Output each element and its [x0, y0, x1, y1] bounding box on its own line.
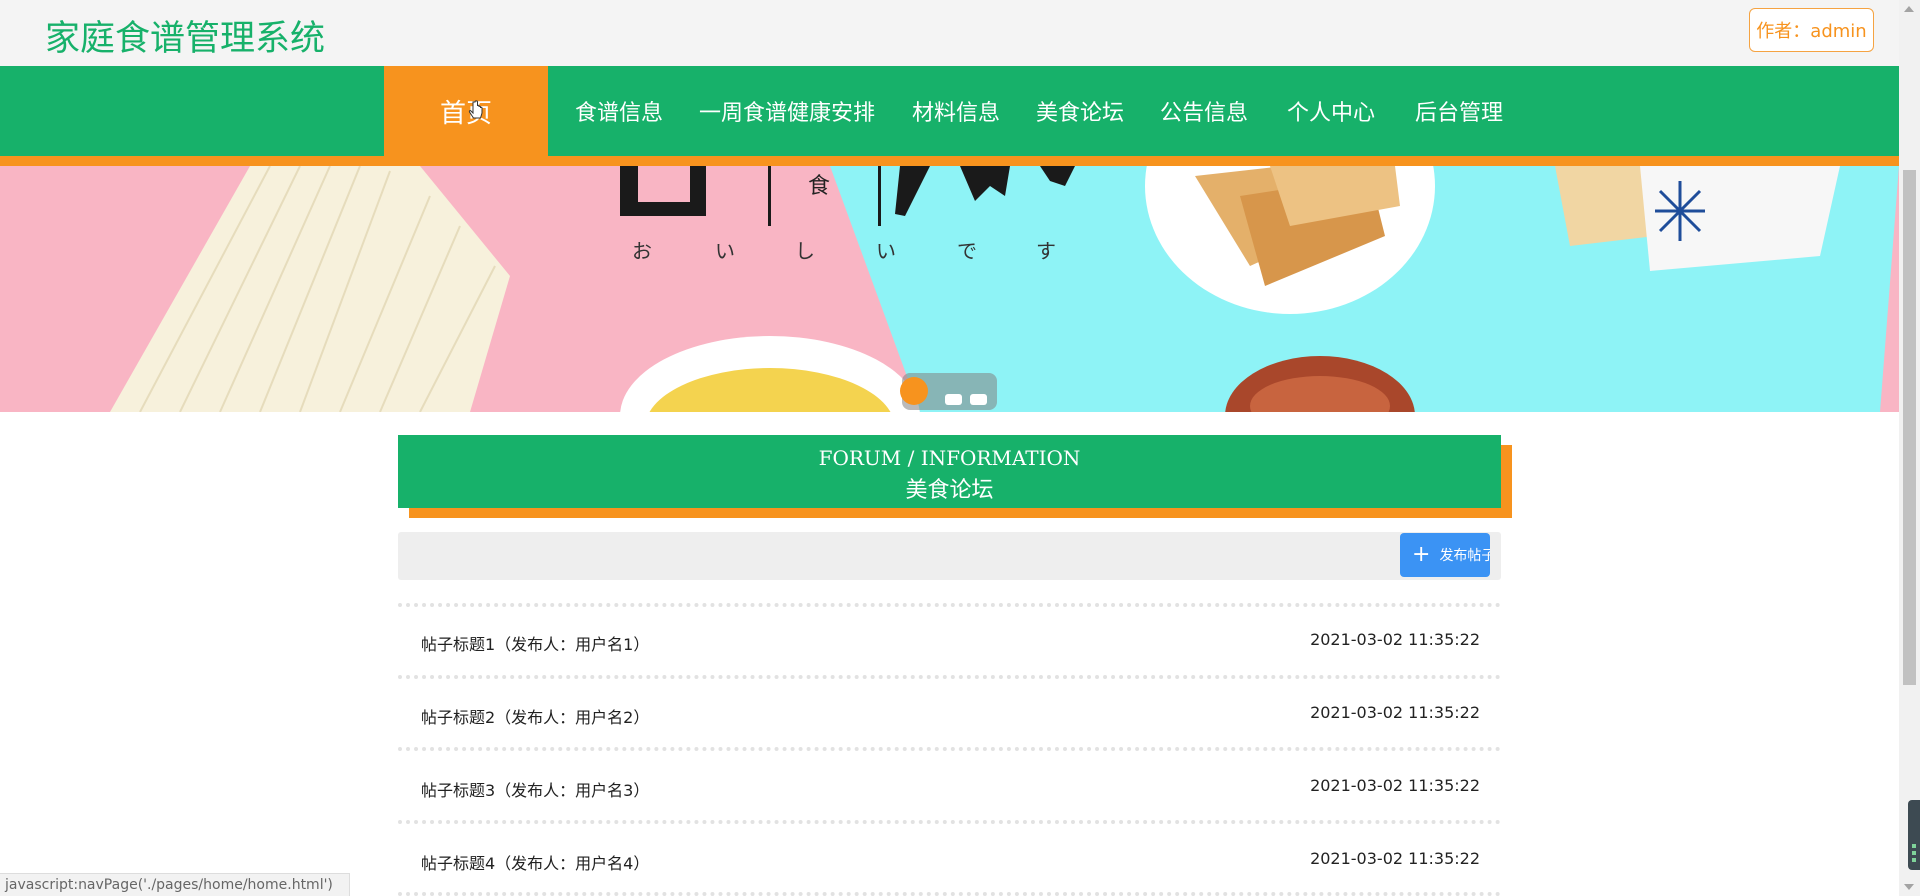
- svg-text:し: し: [795, 239, 815, 263]
- nav-item-admin[interactable]: 后台管理: [1400, 66, 1518, 156]
- nav-item-ingredients[interactable]: 材料信息: [898, 66, 1014, 156]
- site-title: 家庭食谱管理系统: [45, 19, 326, 59]
- nav-item-personal-center[interactable]: 个人中心: [1272, 66, 1390, 156]
- svg-text:す: す: [1036, 239, 1056, 263]
- carousel-dot-1[interactable]: [900, 377, 928, 405]
- svg-text:い: い: [715, 239, 735, 263]
- list-divider: [398, 820, 1501, 824]
- nav-underline: [0, 156, 1899, 166]
- status-bar-url: javascript:navPage('./pages/home/home.ht…: [0, 873, 350, 896]
- svg-text:お: お: [632, 239, 652, 263]
- list-divider: [398, 603, 1501, 607]
- scroll-down-arrow-icon[interactable]: [1904, 884, 1914, 890]
- carousel-dot-2[interactable]: [945, 394, 962, 405]
- forum-section-heading: FORUM / INFORMATION 美食论坛: [398, 435, 1501, 508]
- list-divider: [398, 675, 1501, 679]
- scroll-up-arrow-icon[interactable]: [1904, 6, 1914, 12]
- post-title[interactable]: 帖子标题1（发布人：用户名1）: [421, 631, 649, 655]
- svg-text:で: で: [957, 239, 977, 263]
- post-title[interactable]: 帖子标题2（发布人：用户名2）: [421, 704, 649, 728]
- section-title-cn: 美食论坛: [905, 478, 994, 503]
- svg-text:い: い: [876, 239, 896, 263]
- post-time: 2021-03-02 11:35:22: [1310, 776, 1480, 795]
- nav-item-notices[interactable]: 公告信息: [1146, 66, 1262, 156]
- carousel-dot-3[interactable]: [970, 394, 987, 405]
- plus-icon: +: [1412, 542, 1431, 567]
- nav-item-home[interactable]: 首页: [384, 66, 548, 156]
- post-time: 2021-03-02 11:35:22: [1310, 849, 1480, 868]
- banner-title-glyph: 食: [808, 174, 830, 199]
- list-divider: [398, 892, 1501, 896]
- post-title[interactable]: 帖子标题3（发布人：用户名3）: [421, 777, 649, 801]
- post-time: 2021-03-02 11:35:22: [1310, 630, 1480, 649]
- publish-post-button[interactable]: + 发布帖子: [1400, 533, 1490, 577]
- nav-item-forum[interactable]: 美食论坛: [1022, 66, 1138, 156]
- section-title-en: FORUM / INFORMATION: [818, 446, 1081, 470]
- side-widget-icon[interactable]: [1908, 800, 1920, 870]
- nav-item-weekly-plan[interactable]: 一周食谱健康安排: [690, 66, 884, 156]
- author-badge[interactable]: 作者：admin: [1749, 8, 1874, 52]
- hand-cursor-icon: [468, 100, 483, 119]
- post-time: 2021-03-02 11:35:22: [1310, 703, 1480, 722]
- list-divider: [398, 747, 1501, 751]
- forum-toolbar: [398, 532, 1501, 580]
- nav-item-recipes[interactable]: 食谱信息: [562, 66, 676, 156]
- scrollbar-thumb[interactable]: [1903, 170, 1916, 685]
- post-title[interactable]: 帖子标题4（发布人：用户名4）: [421, 850, 649, 874]
- publish-post-label: 发布帖子: [1439, 548, 1490, 564]
